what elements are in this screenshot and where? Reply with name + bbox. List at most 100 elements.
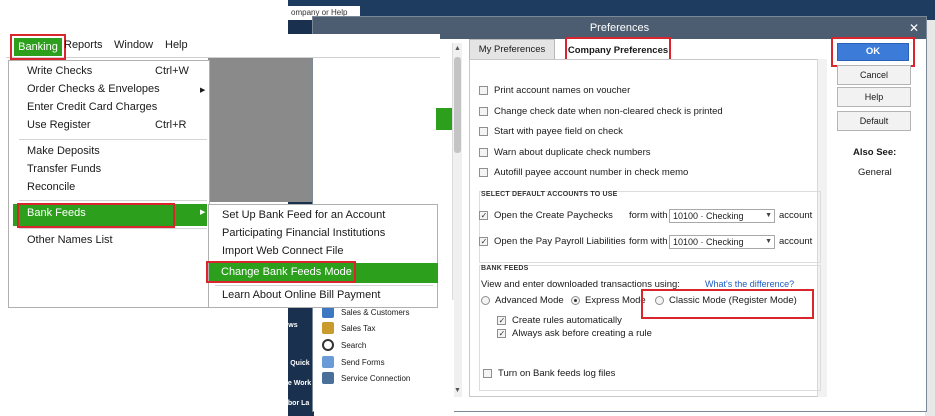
menu-item-credit-card-charges[interactable]: Enter Credit Card Charges <box>27 101 157 113</box>
checkbox-open-create-paychecks[interactable]: Open the Create Paychecks <box>479 210 613 221</box>
submenu-item-learn-bill-payment[interactable]: Learn About Online Bill Payment <box>222 289 380 301</box>
default-accounts-title: SELECT DEFAULT ACCOUNTS TO USE <box>481 191 618 198</box>
checkbox-label: Open the Pay Payroll Liabilities <box>494 236 626 247</box>
checkbox-label: Change check date when non-cleared check… <box>494 106 723 117</box>
scroll-up-icon[interactable]: ▲ <box>453 43 462 55</box>
left-nav-item[interactable]: ows <box>284 322 298 329</box>
shortcuts-list: Sales & Customers Sales Tax Search Send … <box>314 300 454 416</box>
left-nav-item[interactable]: h Quick <box>284 360 310 367</box>
submenu-item-setup-bank-feed[interactable]: Set Up Bank Feed for an Account <box>222 209 385 221</box>
submenu-item-import-web-connect[interactable]: Import Web Connect File <box>222 245 343 257</box>
checkbox-box[interactable] <box>479 107 488 116</box>
menu-item-reconcile[interactable]: Reconcile <box>27 181 75 193</box>
menu-reports[interactable]: Reports <box>64 39 103 51</box>
checkbox-label: Warn about duplicate check numbers <box>494 147 651 158</box>
classic-mode-highlight <box>641 289 814 319</box>
checkbox-box[interactable] <box>479 148 488 157</box>
shortcut-send-forms[interactable]: Send Forms <box>322 356 385 368</box>
banking-dropdown-menu: Write Checks Ctrl+W Order Checks & Envel… <box>8 60 210 308</box>
radio-label: Express Mode <box>585 295 646 306</box>
menu-separator <box>19 228 207 229</box>
checkbox-label: Turn on Bank feeds log files <box>498 368 616 379</box>
account-label: account <box>779 210 813 221</box>
shortcut-label: Send Forms <box>341 357 385 367</box>
also-see-general-link[interactable]: General <box>858 167 892 178</box>
form-with-label: form with <box>629 210 668 221</box>
checkbox-change-check-date[interactable]: Change check date when non-cleared check… <box>479 106 723 117</box>
checkbox-box[interactable] <box>483 369 492 378</box>
checkbox-box[interactable] <box>479 86 488 95</box>
checkbox-box[interactable] <box>479 211 488 220</box>
checkbox-always-ask[interactable]: Always ask before creating a rule <box>497 328 652 339</box>
cancel-button[interactable]: Cancel <box>837 65 911 85</box>
menu-separator <box>19 200 207 201</box>
close-icon[interactable]: ✕ <box>907 17 921 39</box>
menu-window[interactable]: Window <box>114 39 153 51</box>
checkbox-label: Print account names on voucher <box>494 85 631 96</box>
shortcut-label: Search <box>341 340 367 350</box>
radio-circle[interactable] <box>571 296 580 305</box>
radio-label: Advanced Mode <box>495 295 564 306</box>
search-icon <box>322 339 334 351</box>
checkbox-open-pay-liabilities[interactable]: Open the Pay Payroll Liabilities <box>479 236 626 247</box>
checkbox-label: Always ask before creating a rule <box>512 328 652 339</box>
submenu-item-participating-institutions[interactable]: Participating Financial Institutions <box>222 227 385 239</box>
service-connection-icon <box>322 372 334 384</box>
checkbox-label: Create rules automatically <box>512 315 622 326</box>
shortcut-text: Ctrl+W <box>155 65 189 77</box>
left-nav-item[interactable]: abor La <box>284 400 309 407</box>
default-button[interactable]: Default <box>837 111 911 131</box>
checkbox-label: Start with payee field on check <box>494 126 623 137</box>
ok-button[interactable]: OK <box>837 43 909 61</box>
checkbox-start-with-payee[interactable]: Start with payee field on check <box>479 126 623 137</box>
shortcut-search[interactable]: Search <box>322 339 366 351</box>
radio-circle[interactable] <box>481 296 490 305</box>
checkbox-warn-duplicate[interactable]: Warn about duplicate check numbers <box>479 147 650 158</box>
scroll-down-icon[interactable]: ▼ <box>453 385 462 397</box>
shortcut-label: Service Connection <box>341 373 411 383</box>
menu-help[interactable]: Help <box>165 39 188 51</box>
bank-feeds-submenu: Set Up Bank Feed for an Account Particip… <box>208 204 438 308</box>
checkbox-create-rules[interactable]: Create rules automatically <box>497 315 622 326</box>
banking-menu-highlight: Banking <box>10 34 66 60</box>
menu-item-use-register[interactable]: Use Register <box>27 119 91 131</box>
tab-my-preferences[interactable]: My Preferences <box>469 39 555 60</box>
checkbox-box[interactable] <box>497 316 506 325</box>
shortcut-service-connection[interactable]: Service Connection <box>322 372 410 384</box>
radio-express-mode[interactable]: Express Mode <box>571 295 646 306</box>
shortcut-sales-tax[interactable]: Sales Tax <box>322 322 376 334</box>
default-accounts-group <box>479 191 821 263</box>
shortcut-text: Ctrl+R <box>155 119 187 131</box>
change-bank-feeds-mode-highlight <box>206 261 356 283</box>
menu-item-other-names-list[interactable]: Other Names List <box>27 234 113 246</box>
chevron-right-icon: ▶ <box>200 87 206 94</box>
checkbox-box[interactable] <box>479 168 488 177</box>
left-nav-item[interactable]: ee Work <box>284 380 311 387</box>
checkbox-print-account-names[interactable]: Print account names on voucher <box>479 85 630 96</box>
checkbox-autofill-payee[interactable]: Autofill payee account number in check m… <box>479 167 688 178</box>
radio-advanced-mode[interactable]: Advanced Mode <box>481 295 564 306</box>
help-button[interactable]: Help <box>837 87 911 107</box>
paychecks-account-select[interactable]: 10100 · Checking ▼ <box>669 209 775 223</box>
menu-item-transfer-funds[interactable]: Transfer Funds <box>27 163 101 175</box>
checkbox-box[interactable] <box>479 127 488 136</box>
menu-item-order-checks[interactable]: Order Checks & Envelopes <box>27 83 160 95</box>
chevron-down-icon[interactable]: ▼ <box>765 236 772 248</box>
menu-item-write-checks[interactable]: Write Checks <box>27 65 92 77</box>
menu-item-make-deposits[interactable]: Make Deposits <box>27 145 100 157</box>
whats-the-difference-link[interactable]: What's the difference? <box>705 279 794 289</box>
select-value: 10100 · Checking <box>673 211 744 221</box>
checkbox-label: Autofill payee account number in check m… <box>494 167 689 178</box>
liabilities-account-select[interactable]: 10100 · Checking ▼ <box>669 235 775 249</box>
chevron-down-icon[interactable]: ▼ <box>765 210 772 222</box>
select-value: 10100 · Checking <box>673 237 744 247</box>
menu-banking[interactable]: Banking <box>14 38 62 56</box>
checkbox-bank-feeds-log[interactable]: Turn on Bank feeds log files <box>483 368 615 379</box>
also-see-label: Also See: <box>853 147 897 158</box>
ok-button-highlight: OK <box>831 37 915 67</box>
checkbox-box[interactable] <box>479 237 488 246</box>
checkbox-box[interactable] <box>497 329 506 338</box>
menubar: Banking Reports Window Help <box>6 34 440 60</box>
scrollbar-thumb[interactable] <box>454 57 461 153</box>
menu-separator <box>19 139 207 140</box>
